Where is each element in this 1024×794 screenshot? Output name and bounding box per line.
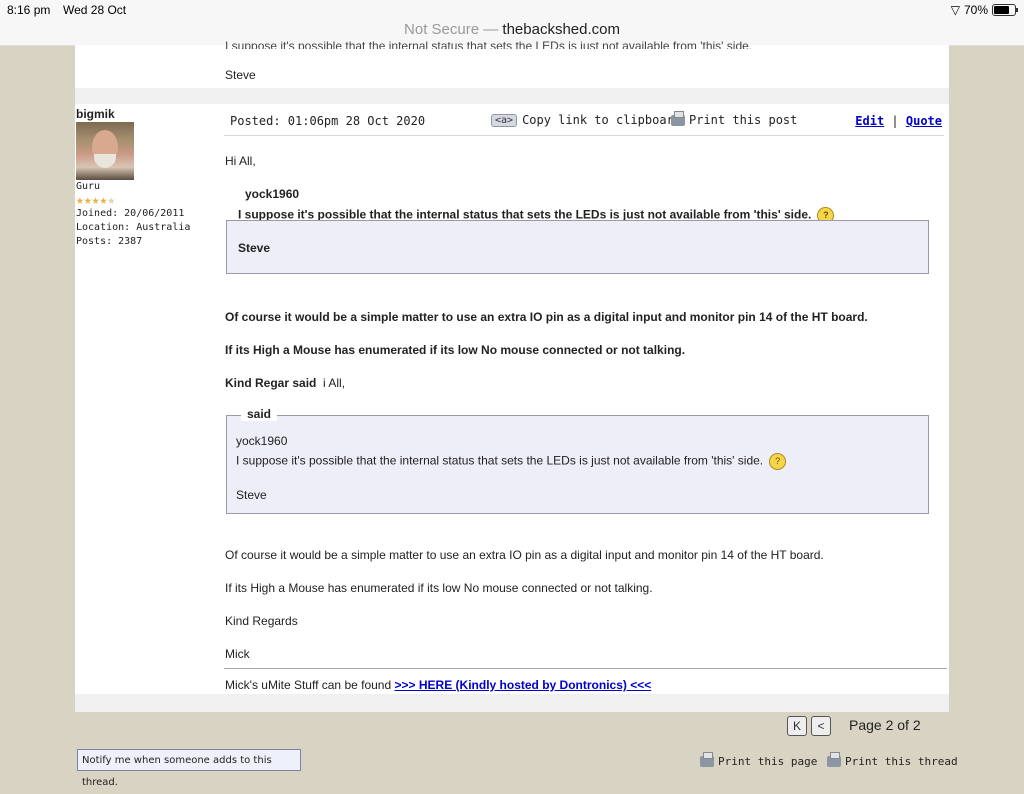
status-time: 8:16 pm xyxy=(7,3,51,17)
paragraph-2: If its High a Mouse has enumerated if it… xyxy=(225,343,686,357)
signature-divider xyxy=(224,668,947,669)
post-actions: Edit | Quote xyxy=(855,114,942,128)
thinking-emoji-icon: ? xyxy=(769,453,787,470)
signature: Mick's uMite Stuff can be found >>> HERE… xyxy=(225,678,652,692)
print-thread-button[interactable]: Print this thread xyxy=(827,752,958,768)
status-right: ▽ 70% xyxy=(950,3,1018,17)
post-footer-row xyxy=(75,694,949,712)
user-info: bigmik Guru ★ ★ ★ ★ ★ Joined: 20/06/2011… xyxy=(76,107,221,249)
copy-link-button[interactable]: <a> Copy link to clipboard xyxy=(491,113,681,127)
user-joined: Joined: 20/06/2011 xyxy=(76,208,185,219)
paragraph-4: Of course it would be a simple matter to… xyxy=(225,548,824,562)
battery-percent: 70% xyxy=(963,3,988,17)
printer-icon xyxy=(827,752,841,767)
user-location: Location: Australia xyxy=(76,222,191,233)
status-bar: 8:16 pm Wed 28 Oct ▽ 70% xyxy=(0,0,1024,20)
star-icon: ★ xyxy=(99,193,108,208)
signature-link[interactable]: >>> HERE (Kindly hosted by Dontronics) <… xyxy=(395,678,652,692)
url-domain: thebackshed.com xyxy=(502,21,620,38)
print-post-label: Print this post xyxy=(689,113,798,127)
star-empty-icon: ★ xyxy=(107,193,116,208)
avatar xyxy=(76,122,134,180)
quote-box-1: Steve xyxy=(226,220,929,274)
paragraph-1: Of course it would be a simple matter to… xyxy=(225,310,868,324)
post-separator xyxy=(75,88,949,104)
paragraph-3: Kind Regar said i All, xyxy=(225,376,346,390)
greeting: Hi All, xyxy=(225,154,256,168)
paragraph-5: If its High a Mouse has enumerated if it… xyxy=(225,581,653,595)
action-separator: | xyxy=(891,114,899,128)
battery-icon xyxy=(992,4,1018,16)
quote1-signature: Steve xyxy=(238,241,271,255)
page-indicator: Page 2 of 2 xyxy=(849,717,921,733)
link-icon: <a> xyxy=(491,113,518,127)
edit-link[interactable]: Edit xyxy=(855,114,884,128)
first-page-button[interactable]: K xyxy=(787,716,807,736)
print-page-button[interactable]: Print this page xyxy=(700,752,817,768)
previous-post: I suppose it's possible that the interna… xyxy=(75,39,949,88)
quote2-author: yock1960 xyxy=(236,434,288,448)
post-content: Posted: 01:06pm 28 Oct 2020 <a> Copy lin… xyxy=(224,104,949,694)
prev-page-button[interactable]: < xyxy=(811,716,831,736)
quote2-legend: said xyxy=(241,407,278,421)
user-posts: Posts: 2387 xyxy=(76,236,143,247)
forum-post: bigmik Guru ★ ★ ★ ★ ★ Joined: 20/06/2011… xyxy=(75,104,949,694)
previous-post-cut-text: I suppose it's possible that the interna… xyxy=(225,39,753,49)
previous-post-signature: Steve xyxy=(225,68,256,82)
quote1-author: yock1960 xyxy=(245,187,300,201)
security-label: Not Secure — xyxy=(404,21,499,38)
pagination: K < xyxy=(787,716,831,736)
quote-link[interactable]: Quote xyxy=(906,114,942,128)
wifi-icon: ▽ xyxy=(950,3,960,17)
user-rank: Guru xyxy=(76,181,101,192)
post-date: Posted: 01:06pm 28 Oct 2020 xyxy=(230,114,426,128)
quote2-text: I suppose it's possible that the interna… xyxy=(236,453,787,470)
star-icon: ★ xyxy=(91,193,100,208)
paragraph-6: Kind Regards xyxy=(225,614,298,628)
quote2-signature: Steve xyxy=(236,488,267,502)
post-header: Posted: 01:06pm 28 Oct 2020 <a> Copy lin… xyxy=(224,104,944,136)
printer-icon xyxy=(700,752,714,767)
copy-link-label: Copy link to clipboard xyxy=(522,113,682,127)
print-post-button[interactable]: Print this post xyxy=(671,110,798,127)
star-icon: ★ xyxy=(76,193,84,208)
printer-icon xyxy=(671,110,685,126)
username[interactable]: bigmik xyxy=(76,107,221,121)
star-icon: ★ xyxy=(83,193,92,208)
paragraph-7: Mick xyxy=(225,647,250,661)
rating-stars: ★ ★ ★ ★ ★ xyxy=(76,194,221,207)
status-date: Wed 28 Oct xyxy=(63,3,127,17)
quote-box-2: said yock1960 I suppose it's possible th… xyxy=(226,407,929,514)
